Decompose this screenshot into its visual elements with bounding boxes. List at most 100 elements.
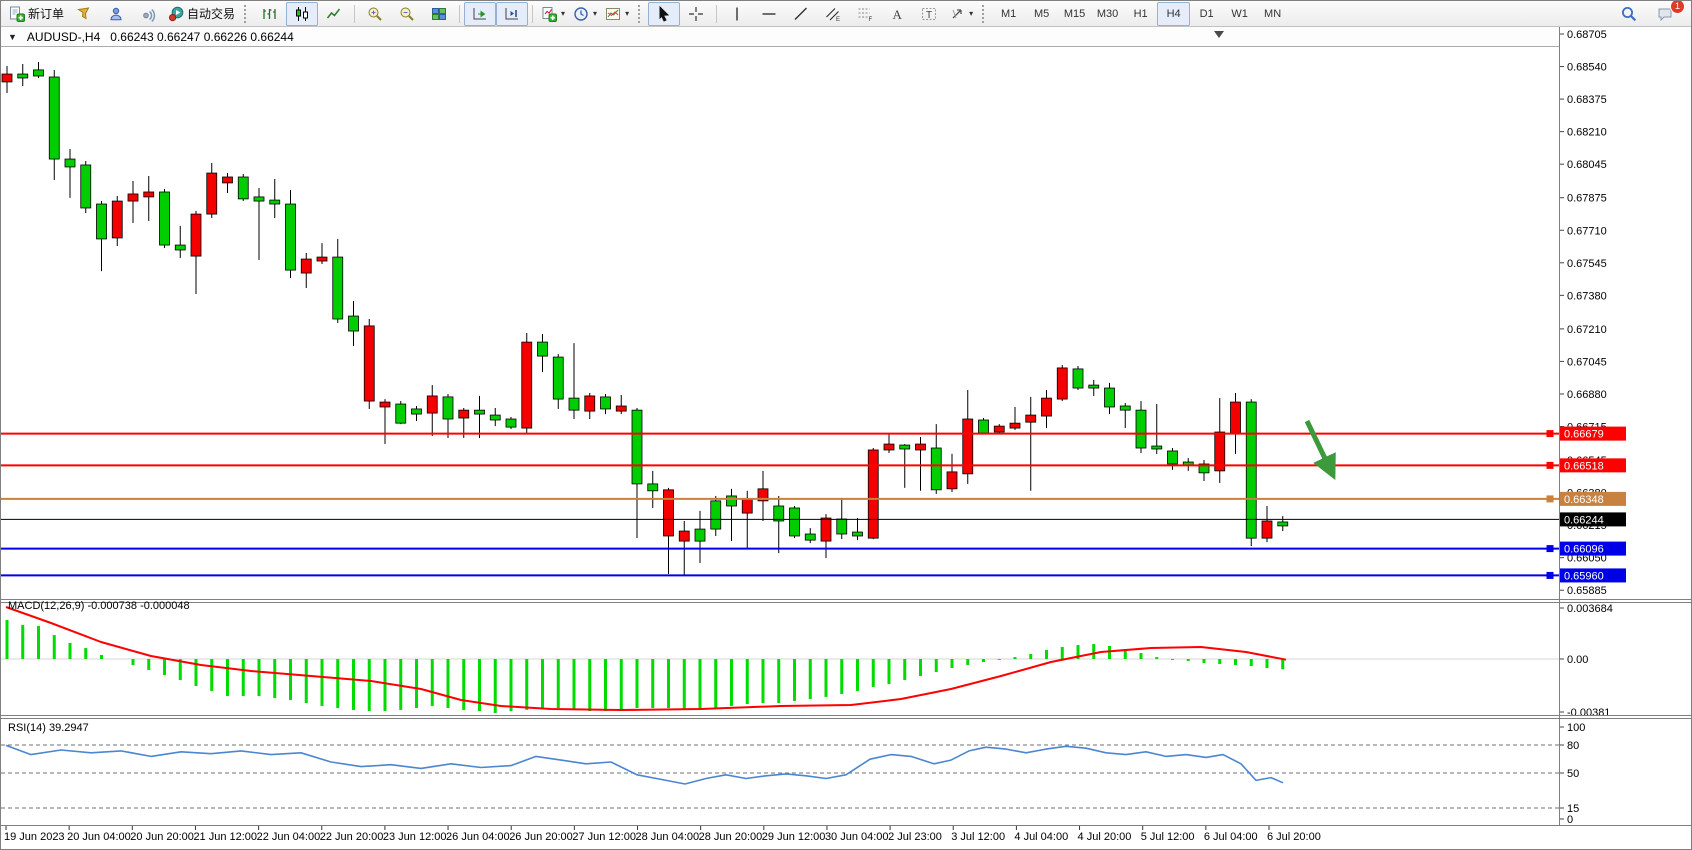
tf-h1-button[interactable]: H1 (1124, 2, 1157, 26)
channel-icon: E (825, 6, 841, 22)
tf-m30-button[interactable]: M30 (1091, 2, 1124, 26)
svg-text:0.68045: 0.68045 (1567, 159, 1607, 171)
chart-shift-button[interactable] (496, 2, 528, 26)
dropdown-caret-icon[interactable]: ▾ (561, 9, 565, 18)
svg-text:6 Jul 20:00: 6 Jul 20:00 (1267, 831, 1321, 843)
toolbar-separator (532, 5, 533, 23)
cursor-icon (656, 6, 672, 22)
svg-text:80: 80 (1567, 740, 1579, 752)
user-icon (108, 6, 124, 22)
dropdown-caret-icon[interactable]: ▾ (969, 9, 973, 18)
funnel-icon (76, 6, 92, 22)
svg-text:0.66096: 0.66096 (1564, 544, 1604, 556)
templates-button[interactable]: ▾ (601, 2, 633, 26)
shift-marker-icon[interactable] (1214, 31, 1224, 38)
svg-text:E: E (836, 17, 840, 22)
tf-h4-button[interactable]: H4 (1157, 2, 1190, 26)
equidistant-channel-button[interactable]: E (817, 2, 849, 26)
tf-mn-label: MN (1264, 8, 1281, 20)
text-label-button[interactable]: T (913, 2, 945, 26)
tf-h4-label: H4 (1167, 8, 1181, 20)
text-button[interactable]: A (881, 2, 913, 26)
price-axis: 0.687050.685400.683750.682100.680450.678… (1559, 29, 1607, 597)
svg-text:26 Jun 04:00: 26 Jun 04:00 (446, 831, 510, 843)
indicators-button[interactable]: ▾ (537, 2, 569, 26)
chart-candles-button[interactable] (286, 2, 318, 26)
macd-axis: 0.0036840.00-0.00381 (1559, 603, 1613, 719)
rsi-axis: 1008050150 (1559, 722, 1585, 826)
trendline-button[interactable] (785, 2, 817, 26)
svg-text:28 Jun 20:00: 28 Jun 20:00 (699, 831, 763, 843)
chartshift-icon (504, 6, 520, 22)
notification-badge: 1 (1670, 0, 1685, 14)
metaeditor-button[interactable] (100, 2, 132, 26)
autotrade-label: 自动交易 (187, 5, 235, 22)
auto-scroll-button[interactable] (464, 2, 496, 26)
rsi-indicator-label: RSI(14) 39.2947 (8, 722, 89, 734)
notifications-button[interactable]: 1 (1649, 2, 1681, 26)
broadcast-icon (140, 6, 156, 22)
tf-m15-label: M15 (1064, 8, 1085, 20)
dropdown-caret-icon[interactable]: ▾ (625, 9, 629, 18)
new-order-button[interactable]: 新订单 (5, 2, 68, 26)
svg-text:4 Jul 04:00: 4 Jul 04:00 (1014, 831, 1068, 843)
tf-mn-button[interactable]: MN (1256, 2, 1289, 26)
svg-text:0.003684: 0.003684 (1567, 603, 1613, 615)
chart-canvas[interactable]: 0.687050.685400.683750.682100.680450.678… (1, 27, 1692, 850)
tf-d1-label: D1 (1200, 8, 1214, 20)
toolbar-grip[interactable] (638, 5, 643, 23)
svg-text:0: 0 (1567, 814, 1573, 826)
svg-text:6 Jul 04:00: 6 Jul 04:00 (1204, 831, 1258, 843)
tf-w1-button[interactable]: W1 (1223, 2, 1256, 26)
chart-line-icon (326, 6, 342, 22)
chart-line-button[interactable] (318, 2, 350, 26)
tf-d1-button[interactable]: D1 (1190, 2, 1223, 26)
svg-text:0.68705: 0.68705 (1567, 29, 1607, 41)
svg-text:20 Jun 20:00: 20 Jun 20:00 (130, 831, 194, 843)
svg-text:0.66348: 0.66348 (1564, 494, 1604, 506)
svg-text:0.66679: 0.66679 (1564, 429, 1604, 441)
tf-m1-button[interactable]: M1 (992, 2, 1025, 26)
tile-windows-button[interactable] (423, 2, 455, 26)
autotrade-button[interactable]: 自动交易 (164, 2, 239, 26)
chart-bars-button[interactable] (254, 2, 286, 26)
new-order-label: 新订单 (28, 5, 64, 22)
tf-h1-label: H1 (1134, 8, 1148, 20)
drawn-arrow[interactable] (1307, 421, 1331, 471)
tf-m15-button[interactable]: M15 (1058, 2, 1091, 26)
label-t-icon: T (921, 6, 937, 22)
horizontal-line-button[interactable] (753, 2, 785, 26)
svg-text:F: F (869, 17, 873, 22)
dropdown-caret-icon[interactable]: ▾ (593, 9, 597, 18)
toolbar-grip[interactable] (982, 5, 987, 23)
crosshair-button[interactable] (680, 2, 712, 26)
svg-text:26 Jun 20:00: 26 Jun 20:00 (509, 831, 573, 843)
autoscroll-icon (472, 6, 488, 22)
svg-text:28 Jun 04:00: 28 Jun 04:00 (636, 831, 700, 843)
cursor-button[interactable] (648, 2, 680, 26)
zoom-out-button[interactable] (391, 2, 423, 26)
fibonacci-button[interactable]: F (849, 2, 881, 26)
svg-text:27 Jun 12:00: 27 Jun 12:00 (572, 831, 636, 843)
vertical-line-button[interactable] (721, 2, 753, 26)
signals-button[interactable] (132, 2, 164, 26)
macd-panel[interactable] (1, 607, 1559, 713)
rsi-panel[interactable] (1, 745, 1559, 808)
svg-text:22 Jun 04:00: 22 Jun 04:00 (257, 831, 321, 843)
zoom-in-button[interactable] (359, 2, 391, 26)
toolbar-separator (459, 5, 460, 23)
periods-button[interactable]: ▾ (569, 2, 601, 26)
styler-button[interactable] (68, 2, 100, 26)
zoom-in-icon (367, 6, 383, 22)
new-order-icon (9, 6, 25, 22)
terminal-window: 新订单自动交易▾▾▾EFAT▾M1M5M15M30H1H4D1W1MN1 ▼ A… (0, 0, 1692, 850)
search-button[interactable] (1613, 2, 1645, 26)
svg-text:22 Jun 20:00: 22 Jun 20:00 (320, 831, 384, 843)
toolbar-grip[interactable] (244, 5, 249, 23)
horizontal-price-lines[interactable]: 0.666790.665180.663480.662440.660960.659… (1, 427, 1626, 583)
svg-text:0.67210: 0.67210 (1567, 324, 1607, 336)
arrows-button[interactable]: ▾ (945, 2, 977, 26)
tf-m5-button[interactable]: M5 (1025, 2, 1058, 26)
svg-text:0.68375: 0.68375 (1567, 94, 1607, 106)
svg-text:T: T (926, 10, 932, 21)
